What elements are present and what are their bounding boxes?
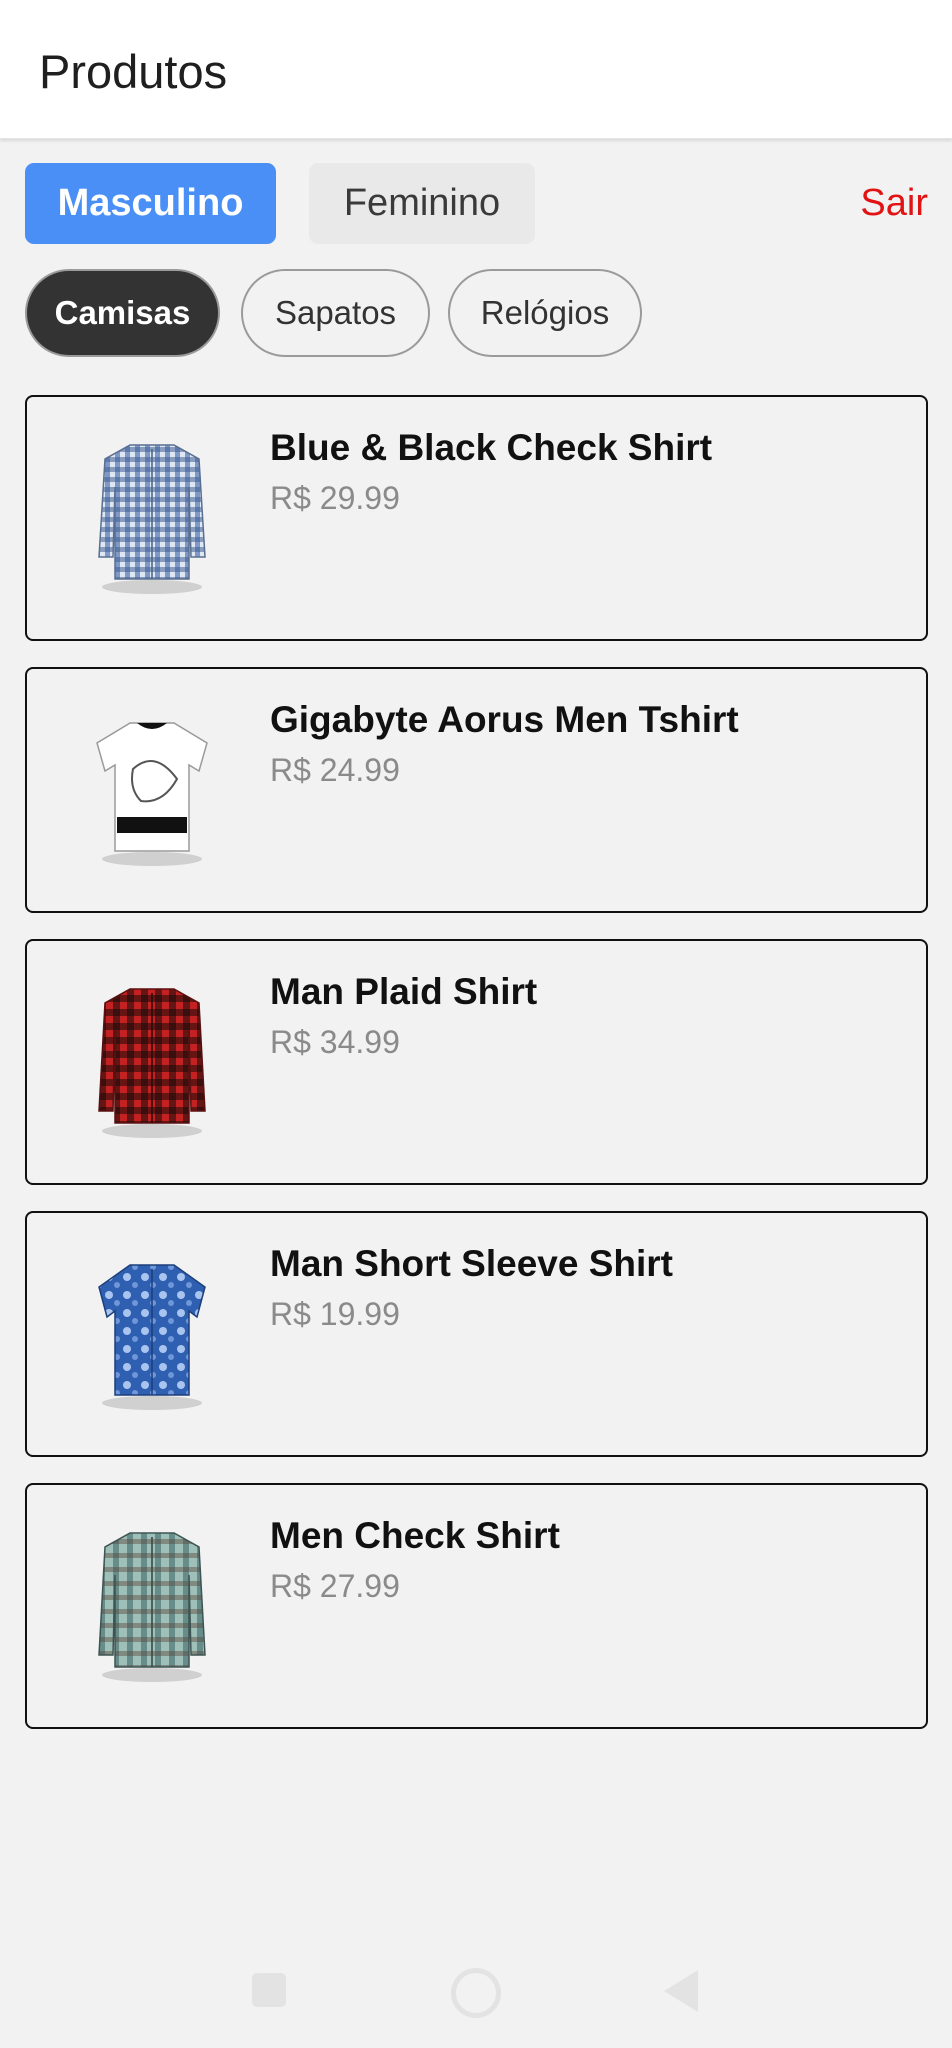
tab-masculino[interactable]: Masculino [25, 163, 276, 244]
product-card[interactable]: Gigabyte Aorus Men Tshirt R$ 24.99 [25, 667, 928, 913]
product-name: Gigabyte Aorus Men Tshirt [270, 699, 739, 740]
product-list: Blue & Black Check Shirt R$ 29.99 Gigaby… [25, 395, 928, 1755]
product-price: R$ 34.99 [270, 1024, 400, 1060]
home-icon[interactable] [451, 1968, 501, 2018]
product-price: R$ 19.99 [270, 1296, 400, 1332]
product-name: Man Plaid Shirt [270, 971, 538, 1012]
product-name: Blue & Black Check Shirt [270, 427, 713, 468]
blue-check-shirt-image [85, 437, 219, 597]
logout-button[interactable]: Sair [860, 163, 928, 244]
green-check-shirt-image [85, 1525, 219, 1685]
product-card[interactable]: Man Plaid Shirt R$ 34.99 [25, 939, 928, 1185]
product-price: R$ 24.99 [270, 752, 400, 788]
recent-apps-icon[interactable] [252, 1973, 286, 2007]
system-navigation-bar [0, 1930, 952, 2048]
red-plaid-shirt-image [85, 981, 219, 1141]
page-title: Produtos [39, 45, 228, 98]
category-chip-relogios[interactable]: Relógios [448, 269, 642, 357]
tab-feminino[interactable]: Feminino [309, 163, 535, 244]
product-price: R$ 29.99 [270, 480, 400, 516]
category-chip-camisas[interactable]: Camisas [25, 269, 220, 357]
white-tshirt-image [85, 709, 219, 869]
product-card[interactable]: Blue & Black Check Shirt R$ 29.99 [25, 395, 928, 641]
back-icon[interactable] [664, 1970, 698, 2012]
product-card[interactable]: Men Check Shirt R$ 27.99 [25, 1483, 928, 1729]
product-name: Man Short Sleeve Shirt [270, 1243, 673, 1284]
product-price: R$ 27.99 [270, 1568, 400, 1604]
product-card[interactable]: Man Short Sleeve Shirt R$ 19.99 [25, 1211, 928, 1457]
app-header: Produtos [0, 0, 952, 139]
product-name: Men Check Shirt [270, 1515, 560, 1556]
category-chip-sapatos[interactable]: Sapatos [241, 269, 430, 357]
blue-floral-shirt-image [85, 1253, 219, 1413]
